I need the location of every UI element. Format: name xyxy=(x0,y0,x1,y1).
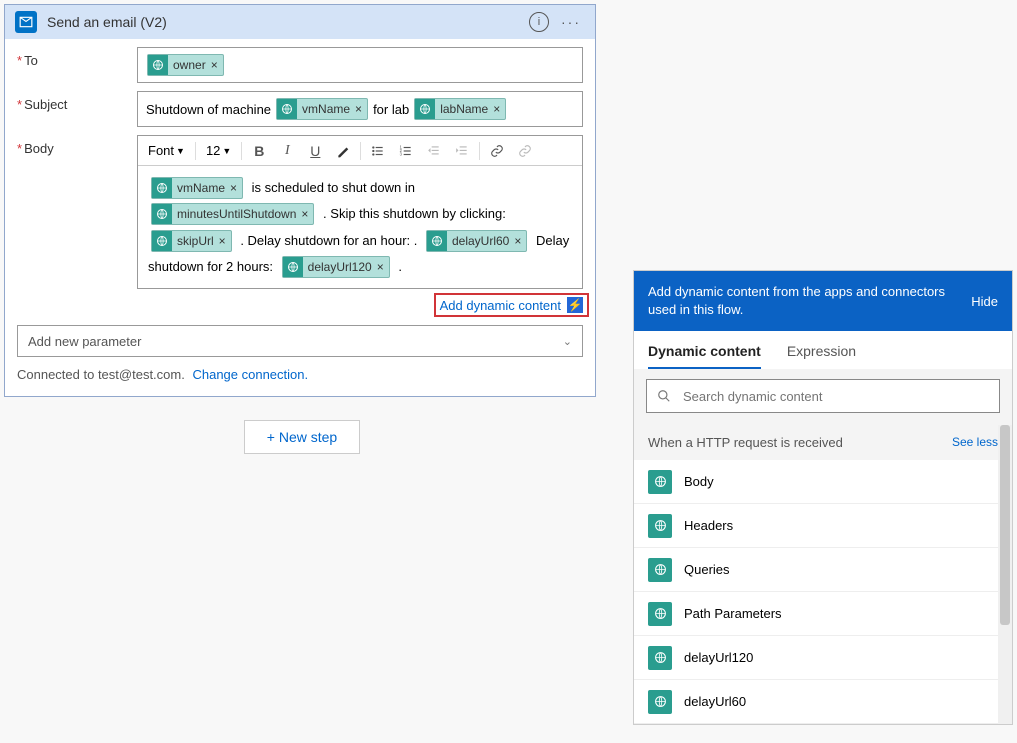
tab-expression[interactable]: Expression xyxy=(787,343,856,369)
token-remove-icon[interactable]: × xyxy=(211,58,218,72)
http-icon xyxy=(648,514,672,538)
new-step-button[interactable]: + New step xyxy=(244,420,360,454)
http-icon xyxy=(277,99,297,119)
svg-text:3: 3 xyxy=(400,151,403,156)
content-item-path-parameters[interactable]: Path Parameters xyxy=(634,592,1012,636)
token-remove-icon[interactable]: × xyxy=(301,201,308,227)
token-label: owner xyxy=(173,58,206,72)
http-icon xyxy=(648,558,672,582)
http-icon xyxy=(152,178,172,198)
token-remove-icon[interactable]: × xyxy=(219,228,226,254)
body-editor[interactable]: vmName× is scheduled to shut down in min… xyxy=(138,166,582,288)
content-list: When a HTTP request is received See less… xyxy=(634,425,1012,724)
http-icon xyxy=(283,257,303,277)
font-select[interactable]: Font▼ xyxy=(144,143,189,158)
card-title: Send an email (V2) xyxy=(47,14,529,30)
token-skipurl[interactable]: skipUrl× xyxy=(151,230,232,252)
http-icon xyxy=(648,690,672,714)
plus-icon[interactable]: ⚡ xyxy=(567,297,583,313)
email-action-card: Send an email (V2) i ··· *To owner × *Su… xyxy=(4,4,596,397)
http-icon xyxy=(648,602,672,626)
scrollbar[interactable] xyxy=(998,425,1012,724)
body-field: Font▼ 12▼ B I U 123 vmName× is scheduled xyxy=(137,135,583,289)
http-icon xyxy=(648,646,672,670)
tab-dynamic-content[interactable]: Dynamic content xyxy=(648,343,761,369)
http-icon xyxy=(648,470,672,494)
numbering-button[interactable]: 123 xyxy=(395,140,417,162)
body-row: *Body Font▼ 12▼ B I U 123 vm xyxy=(5,127,595,289)
rte-toolbar: Font▼ 12▼ B I U 123 xyxy=(138,136,582,166)
token-vmname[interactable]: vmName× xyxy=(276,98,368,120)
subject-row: *Subject Shutdown of machine vmName× for… xyxy=(5,83,595,127)
token-vmname[interactable]: vmName× xyxy=(151,177,243,199)
bold-button[interactable]: B xyxy=(248,140,270,162)
change-connection-link[interactable]: Change connection. xyxy=(192,367,308,382)
bullets-button[interactable] xyxy=(367,140,389,162)
dynamic-content-panel: Add dynamic content from the apps and co… xyxy=(633,270,1013,725)
panel-tabs: Dynamic content Expression xyxy=(634,331,1012,369)
unlink-button[interactable] xyxy=(514,140,536,162)
http-icon xyxy=(415,99,435,119)
card-header: Send an email (V2) i ··· xyxy=(5,5,595,39)
token-remove-icon[interactable]: × xyxy=(377,254,384,280)
outlook-icon xyxy=(15,11,37,33)
see-less-link[interactable]: See less xyxy=(952,435,998,450)
connection-footer: Connected to test@test.com. Change conne… xyxy=(5,357,595,396)
info-icon[interactable]: i xyxy=(529,12,549,32)
add-dynamic-content-link[interactable]: Add dynamic content xyxy=(440,298,561,313)
content-item-body[interactable]: Body xyxy=(634,460,1012,504)
link-button[interactable] xyxy=(486,140,508,162)
search-input-wrap xyxy=(646,379,1000,413)
subject-field[interactable]: Shutdown of machine vmName× for lab labN… xyxy=(137,91,583,127)
token-remove-icon[interactable]: × xyxy=(355,102,362,116)
chevron-down-icon: ⌄ xyxy=(563,335,572,348)
dynamic-content-row: Add dynamic content ⚡ xyxy=(5,289,595,319)
token-minutes[interactable]: minutesUntilShutdown× xyxy=(151,203,314,225)
body-label: *Body xyxy=(17,135,137,156)
group-header: When a HTTP request is received See less xyxy=(634,425,1012,460)
scroll-thumb[interactable] xyxy=(1000,425,1010,625)
underline-button[interactable]: U xyxy=(304,140,326,162)
token-remove-icon[interactable]: × xyxy=(230,175,237,201)
subject-label: *Subject xyxy=(17,91,137,112)
color-button[interactable] xyxy=(332,140,354,162)
content-item-queries[interactable]: Queries xyxy=(634,548,1012,592)
italic-button[interactable]: I xyxy=(276,140,298,162)
to-row: *To owner × xyxy=(5,39,595,83)
http-icon xyxy=(152,204,172,224)
http-icon xyxy=(427,231,447,251)
to-label: *To xyxy=(17,47,137,68)
token-owner[interactable]: owner × xyxy=(147,54,224,76)
token-remove-icon[interactable]: × xyxy=(493,102,500,116)
indent-button[interactable] xyxy=(451,140,473,162)
hide-panel-link[interactable]: Hide xyxy=(961,294,998,309)
http-icon xyxy=(152,231,172,251)
content-item-headers[interactable]: Headers xyxy=(634,504,1012,548)
outdent-button[interactable] xyxy=(423,140,445,162)
content-item-delayurl120[interactable]: delayUrl120 xyxy=(634,636,1012,680)
to-field[interactable]: owner × xyxy=(137,47,583,83)
size-select[interactable]: 12▼ xyxy=(202,143,235,158)
more-icon[interactable]: ··· xyxy=(557,14,585,30)
search-input[interactable] xyxy=(681,388,989,405)
token-labname[interactable]: labName× xyxy=(414,98,506,120)
add-parameter-select[interactable]: Add new parameter ⌄ xyxy=(17,325,583,357)
token-remove-icon[interactable]: × xyxy=(514,228,521,254)
token-delay120[interactable]: delayUrl120× xyxy=(282,256,390,278)
content-item-delayurl60[interactable]: delayUrl60 xyxy=(634,680,1012,724)
add-dynamic-content-highlight: Add dynamic content ⚡ xyxy=(434,293,589,317)
search-icon xyxy=(657,389,671,403)
http-icon xyxy=(148,55,168,75)
panel-header: Add dynamic content from the apps and co… xyxy=(634,271,1012,331)
token-delay60[interactable]: delayUrl60× xyxy=(426,230,527,252)
